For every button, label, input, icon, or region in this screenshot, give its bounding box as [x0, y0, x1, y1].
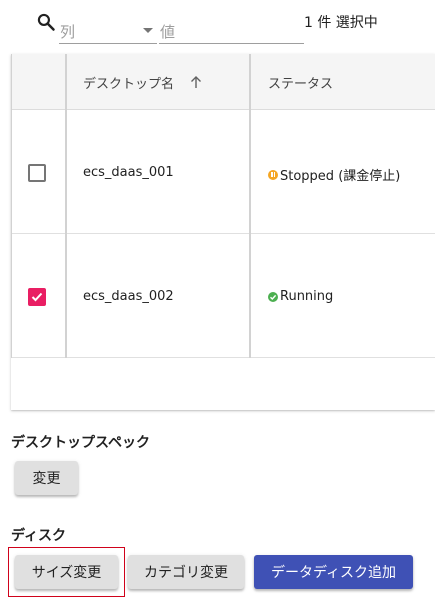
header-checkbox-cell	[11, 54, 65, 110]
change-spec-button[interactable]: 変更	[15, 461, 78, 495]
column-select-placeholder: 列	[60, 23, 76, 41]
filter-value-placeholder: 値	[160, 23, 176, 41]
grid-body: デスクトップ名 ステータス ecs_daas_001 Stopped (課金停止…	[11, 54, 435, 358]
desktop-name-cell: ecs_daas_001	[83, 165, 174, 180]
chevron-down-icon[interactable]	[143, 28, 153, 33]
table-row[interactable]: ecs_daas_001 Stopped (課金停止)	[11, 110, 435, 234]
change-category-button[interactable]: カテゴリ変更	[128, 555, 244, 589]
status-cell: Stopped (課金停止)	[268, 165, 400, 184]
column-header-status[interactable]: ステータス	[268, 73, 333, 92]
sort-ascending-icon[interactable]	[190, 75, 202, 89]
row-checkbox[interactable]	[28, 164, 46, 182]
desktop-grid: デスクトップ名 ステータス ecs_daas_001 Stopped (課金停止…	[11, 54, 435, 410]
status-cell: Running	[268, 289, 333, 304]
checkmark-icon	[31, 292, 43, 302]
column-divider[interactable]	[249, 54, 251, 358]
desktop-spec-title: デスクトップスペック	[11, 435, 151, 451]
column-divider	[11, 54, 12, 358]
column-select[interactable]: 列	[59, 18, 157, 44]
check-circle-icon	[268, 291, 278, 302]
filter-bar: 列 値 1 件 選択中	[0, 0, 435, 52]
pause-icon	[268, 169, 278, 180]
column-divider[interactable]	[65, 54, 67, 358]
table-row[interactable]: ecs_daas_002 Running	[11, 234, 435, 358]
status-text: Stopped (課金停止)	[280, 169, 401, 184]
column-header-desktop-name[interactable]: デスクトップ名	[83, 73, 174, 92]
desktop-name-cell: ecs_daas_002	[83, 289, 174, 304]
search-icon[interactable]	[36, 12, 56, 32]
disk-title: ディスク	[11, 528, 67, 544]
status-text: Running	[280, 289, 334, 304]
add-data-disk-button[interactable]: データディスク追加	[254, 555, 413, 589]
resize-disk-button[interactable]: サイズ変更	[15, 555, 118, 589]
row-checkbox[interactable]	[28, 288, 46, 306]
filter-value-input[interactable]: 値	[159, 18, 304, 44]
grid-header: デスクトップ名 ステータス	[11, 54, 435, 110]
selection-count: 1 件 選択中	[304, 15, 378, 31]
